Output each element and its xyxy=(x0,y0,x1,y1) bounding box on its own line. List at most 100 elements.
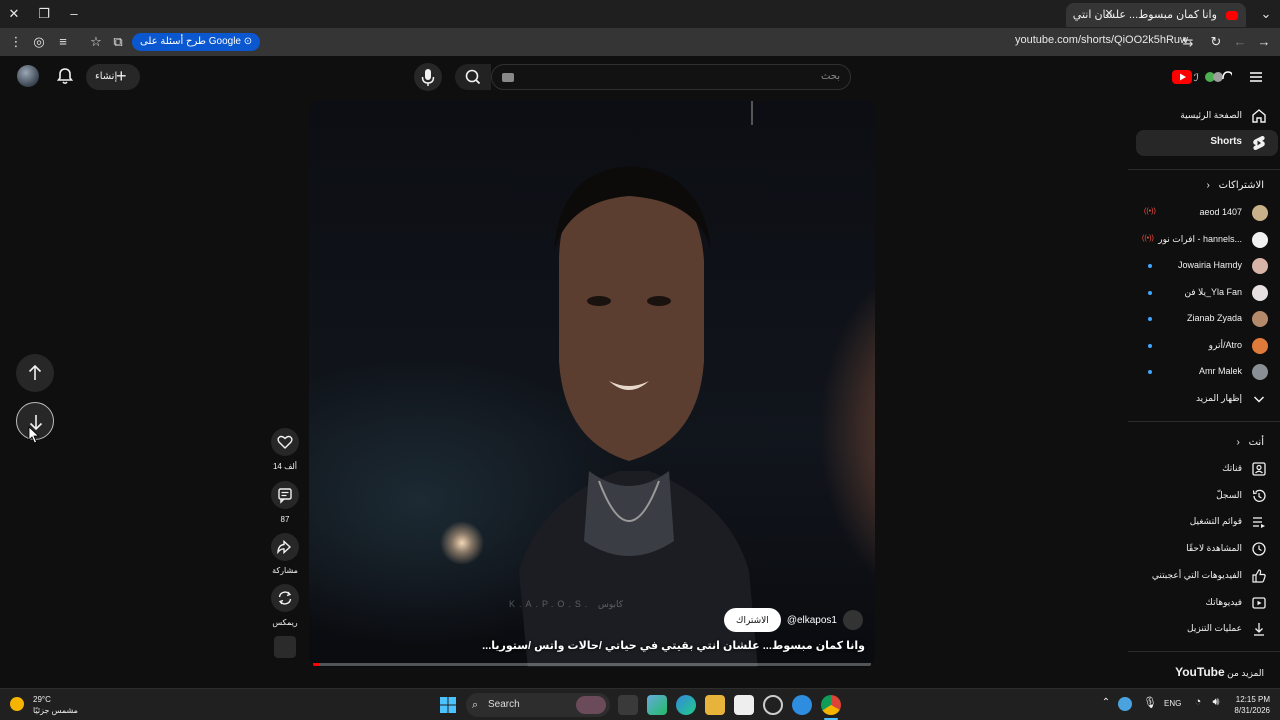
minimize-window-icon[interactable]: – xyxy=(64,4,84,24)
profile-icon[interactable]: ◎ xyxy=(29,32,49,52)
site-settings-icon[interactable]: ⇆ xyxy=(1178,32,1198,52)
more-from-brand: YouTube xyxy=(1175,665,1225,679)
chevron-down-icon xyxy=(1250,390,1268,408)
search-input[interactable]: بحث xyxy=(491,64,851,90)
tab-youtube-shorts[interactable]: وانا كمان مبسوط... علشان انتي xyxy=(1066,3,1246,27)
sidebar-item-liked-videos[interactable]: الفيديوهات التي أعجبتني xyxy=(1136,563,1278,589)
more-from-youtube-heading: المزيد من YouTube xyxy=(1175,665,1264,679)
keyboard-icon[interactable] xyxy=(502,73,514,82)
taskbar-search-box[interactable]: ⌕ Search xyxy=(466,693,610,717)
sidebar-item-your-videos[interactable]: فيديوهاتك xyxy=(1136,590,1278,616)
sidebar-item-your-channel[interactable]: قناتك xyxy=(1136,456,1278,482)
tray-app-icon[interactable] xyxy=(1118,697,1132,711)
new-content-dot xyxy=(1148,344,1152,348)
url-text[interactable]: youtube.com/shorts/QiOO2k5hRuw xyxy=(1015,34,1188,46)
share-button[interactable] xyxy=(271,533,299,561)
forward-icon[interactable]: ← xyxy=(1230,32,1250,52)
live-indicator-icon: ((•)) xyxy=(1142,235,1154,242)
previous-short-button[interactable] xyxy=(16,354,54,392)
sidebar-item-watch-later[interactable]: المشاهدة لاحقًا xyxy=(1136,536,1278,562)
sidebar-item-downloads[interactable]: عمليات التنزيل xyxy=(1136,616,1278,642)
plus-icon: + xyxy=(116,66,127,86)
guide-menu-icon[interactable] xyxy=(1246,67,1266,87)
video-caption[interactable]: وانا كمان مبسوط... علشان انتي بقيتي في ح… xyxy=(482,639,865,652)
sidebar-item-history[interactable]: السجلّ xyxy=(1136,483,1278,509)
voice-search-button[interactable] xyxy=(414,63,442,91)
microphone-icon[interactable]: 🎙︎ xyxy=(1140,696,1160,716)
search-highlight-icon xyxy=(576,696,606,714)
show-more-label: إظهار المزيد xyxy=(1195,393,1242,403)
sidebar-item-home[interactable]: الصفحة الرئيسية xyxy=(1136,103,1278,129)
svg-text:ℐ: ℐ xyxy=(1194,73,1199,84)
start-button-icon[interactable] xyxy=(438,695,458,715)
install-app-icon[interactable]: ⧉ xyxy=(108,32,128,52)
restore-window-icon[interactable]: ❐ xyxy=(34,4,54,24)
create-button[interactable]: إنشاء + xyxy=(86,64,140,90)
google-lens-chip[interactable]: طرح أسئلة على Google ⊙ xyxy=(132,33,261,51)
notifications-bell-icon[interactable] xyxy=(55,66,75,86)
back-icon[interactable]: → xyxy=(1254,32,1274,52)
taskbar-clock[interactable]: 12:15 PM 8/31/2026 xyxy=(1226,694,1270,716)
comments-button[interactable] xyxy=(271,481,299,509)
reading-list-icon[interactable]: ≡ xyxy=(53,32,73,52)
sidebar-item-subscription[interactable]: Amr Malek xyxy=(1136,359,1278,385)
channel-avatar xyxy=(1252,364,1268,380)
sidebar-item-label: Jowairia Hamdy xyxy=(1177,260,1242,270)
account-avatar[interactable] xyxy=(17,65,39,87)
app-icon[interactable] xyxy=(792,695,812,715)
microsoft-store-icon[interactable] xyxy=(734,695,754,715)
more-from-prefix: المزيد من xyxy=(1227,668,1264,678)
volume-icon[interactable]: 🔊︎ xyxy=(1206,696,1226,716)
home-icon xyxy=(1250,107,1268,125)
download-icon xyxy=(1250,620,1268,638)
sidebar-item-subscription[interactable]: Jowairia Hamdy xyxy=(1136,253,1278,279)
new-content-dot xyxy=(1148,317,1152,321)
task-view-icon[interactable] xyxy=(618,695,638,715)
close-window-icon[interactable]: ✕ xyxy=(4,4,24,24)
search-button[interactable] xyxy=(455,64,491,90)
channel-name[interactable]: @elkapos1 xyxy=(787,615,837,626)
video-progress-bar[interactable] xyxy=(313,663,871,666)
share-label: مشاركة xyxy=(272,566,298,575)
you-heading[interactable]: › أنت xyxy=(1236,437,1264,448)
file-explorer-icon[interactable] xyxy=(705,695,725,715)
tab-search-icon[interactable]: ⌄ xyxy=(1256,4,1276,24)
sidebar-item-subscription[interactable]: ((•)) aeod 1407 xyxy=(1136,200,1278,226)
youtube-logo[interactable]: ℐ xyxy=(1172,69,1232,85)
sidebar-item-subscription[interactable]: ((•)) افرات نور - hannels... xyxy=(1136,227,1278,253)
settings-gear-icon[interactable] xyxy=(763,695,783,715)
close-tab-icon[interactable]: ✕ xyxy=(1099,4,1119,24)
sidebar-item-playlists[interactable]: قوائم التشغيل xyxy=(1136,509,1278,535)
input-language[interactable]: ENG xyxy=(1164,699,1181,708)
show-hidden-icons-icon[interactable]: ⌃ xyxy=(1096,697,1116,717)
copilot-icon[interactable] xyxy=(647,695,667,715)
audio-source-thumbnail[interactable] xyxy=(274,636,296,658)
shorts-video-player[interactable]: K.A.P.O.S. كابوس @elkapos1 الاشتراك وانا… xyxy=(309,101,875,667)
remix-button[interactable] xyxy=(271,584,299,612)
create-label: إنشاء xyxy=(95,71,118,82)
weather-icon[interactable] xyxy=(10,697,24,711)
your-videos-icon xyxy=(1250,594,1268,612)
sidebar-item-subscription[interactable]: أترو/Atro xyxy=(1136,333,1278,359)
chrome-browser-icon[interactable] xyxy=(821,695,841,715)
reload-icon[interactable]: ↻ xyxy=(1206,32,1226,52)
subscriptions-heading[interactable]: › الاشتراكات xyxy=(1206,180,1264,191)
weather-widget[interactable]: 29°C مشمس جزئيًا xyxy=(33,694,78,716)
clock-icon xyxy=(1250,540,1268,558)
subscribe-button[interactable]: الاشتراك xyxy=(724,608,781,632)
wifi-icon[interactable]: ◔ xyxy=(1188,696,1208,716)
chevron-left-icon: › xyxy=(1236,437,1240,448)
sidebar-item-shorts[interactable]: Shorts xyxy=(1136,130,1278,156)
show-more-button[interactable]: إظهار المزيد xyxy=(1136,386,1278,412)
sidebar-item-subscription[interactable]: يلا فن_Yla Fan xyxy=(1136,280,1278,306)
bookmark-star-icon[interactable]: ☆ xyxy=(86,32,106,52)
sidebar-item-subscription[interactable]: Zianab Zyada xyxy=(1136,306,1278,332)
weather-desc: مشمس جزئيًا xyxy=(33,706,78,715)
more-menu-icon[interactable]: ⋮ xyxy=(6,32,26,52)
like-button[interactable] xyxy=(271,428,299,456)
channel-avatar[interactable] xyxy=(843,610,863,630)
edge-browser-icon[interactable] xyxy=(676,695,696,715)
youtube-favicon-icon xyxy=(1226,10,1238,20)
sidebar-item-label: افرات نور - hannels... xyxy=(1158,234,1242,244)
chevron-left-icon: › xyxy=(1206,180,1210,191)
